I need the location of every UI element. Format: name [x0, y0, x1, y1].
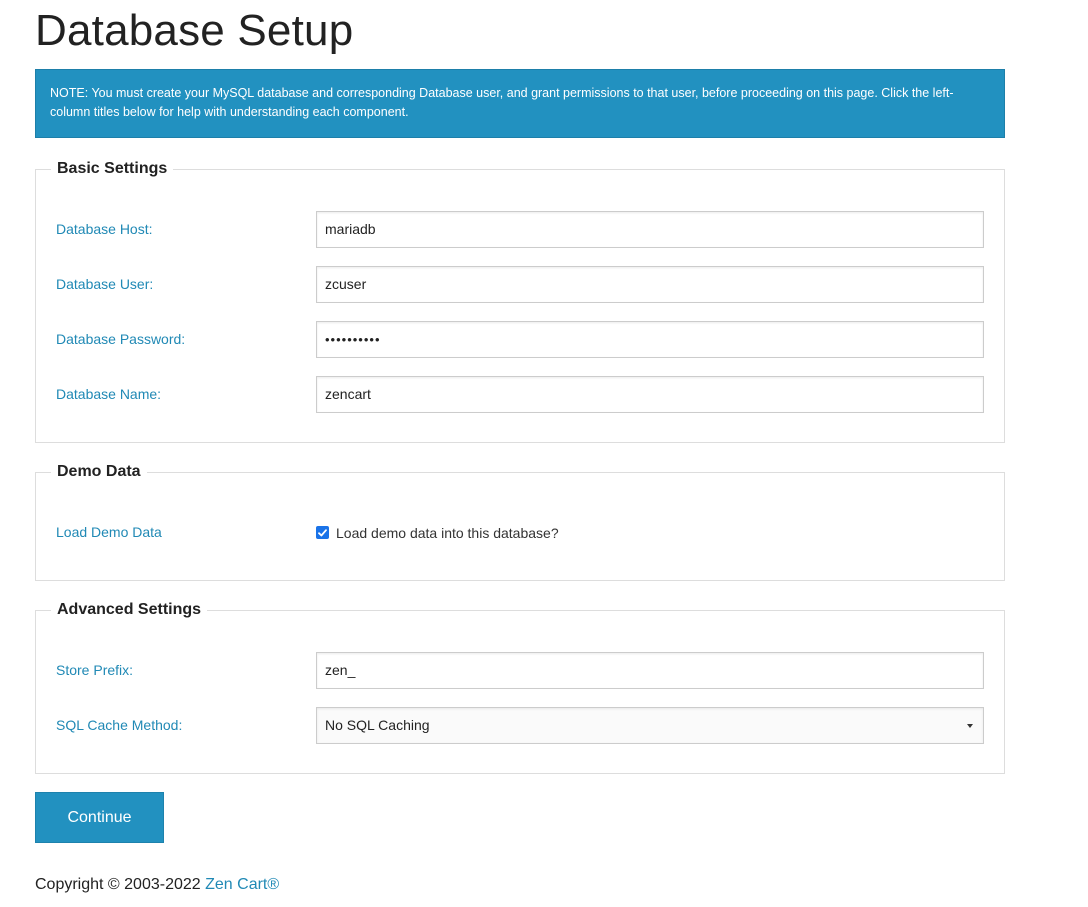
- store-prefix-label[interactable]: Store Prefix:: [56, 652, 133, 689]
- database-password-input[interactable]: ••••••••••: [316, 321, 984, 358]
- store-prefix-row: Store Prefix: zen_: [56, 652, 984, 689]
- load-demo-data-label[interactable]: Load Demo Data: [56, 514, 162, 551]
- sql-cache-method-label[interactable]: SQL Cache Method:: [56, 707, 182, 744]
- sql-cache-method-select[interactable]: No SQL Caching: [316, 707, 984, 744]
- database-host-label[interactable]: Database Host:: [56, 211, 153, 248]
- database-name-input[interactable]: zencart: [316, 376, 984, 413]
- basic-settings-legend: Basic Settings: [57, 160, 168, 177]
- database-password-label[interactable]: Database Password:: [56, 321, 185, 358]
- database-name-label[interactable]: Database Name:: [56, 376, 161, 413]
- database-user-row: Database User: zcuser: [56, 266, 984, 303]
- database-host-row: Database Host: mariadb: [56, 211, 984, 248]
- database-name-row: Database Name: zencart: [56, 376, 984, 413]
- load-demo-data-checkbox[interactable]: [316, 526, 329, 539]
- load-demo-data-checkbox-wrap: Load demo data into this database?: [316, 514, 559, 551]
- store-prefix-input[interactable]: zen_: [316, 652, 984, 689]
- database-user-label[interactable]: Database User:: [56, 266, 153, 303]
- load-demo-data-row: Load Demo Data Load demo data into this …: [56, 514, 984, 551]
- note-banner: NOTE: You must create your MySQL databas…: [35, 69, 1005, 138]
- footer: Copyright © 2003-2022 Zen Cart®: [35, 875, 279, 895]
- database-user-input[interactable]: zcuser: [316, 266, 984, 303]
- advanced-settings-legend: Advanced Settings: [57, 601, 202, 618]
- dropdown-arrow-icon: [967, 724, 973, 728]
- advanced-settings-section: Advanced Settings Store Prefix: zen_ SQL…: [35, 601, 1005, 774]
- zen-cart-link[interactable]: Zen Cart®: [205, 876, 279, 893]
- database-password-row: Database Password: ••••••••••: [56, 321, 984, 358]
- demo-data-legend: Demo Data: [57, 463, 141, 480]
- page-title: Database Setup: [35, 6, 354, 55]
- basic-settings-section: Basic Settings Database Host: mariadb Da…: [35, 160, 1005, 443]
- sql-cache-method-value: No SQL Caching: [325, 717, 430, 733]
- database-host-input[interactable]: mariadb: [316, 211, 984, 248]
- copyright-text: Copyright © 2003-2022: [35, 876, 206, 893]
- sql-cache-method-row: SQL Cache Method: No SQL Caching: [56, 707, 984, 744]
- load-demo-data-checkbox-label[interactable]: Load demo data into this database?: [336, 525, 559, 541]
- continue-button[interactable]: Continue: [35, 792, 164, 843]
- checkmark-icon: [318, 528, 327, 536]
- demo-data-section: Demo Data Load Demo Data Load demo data …: [35, 463, 1005, 581]
